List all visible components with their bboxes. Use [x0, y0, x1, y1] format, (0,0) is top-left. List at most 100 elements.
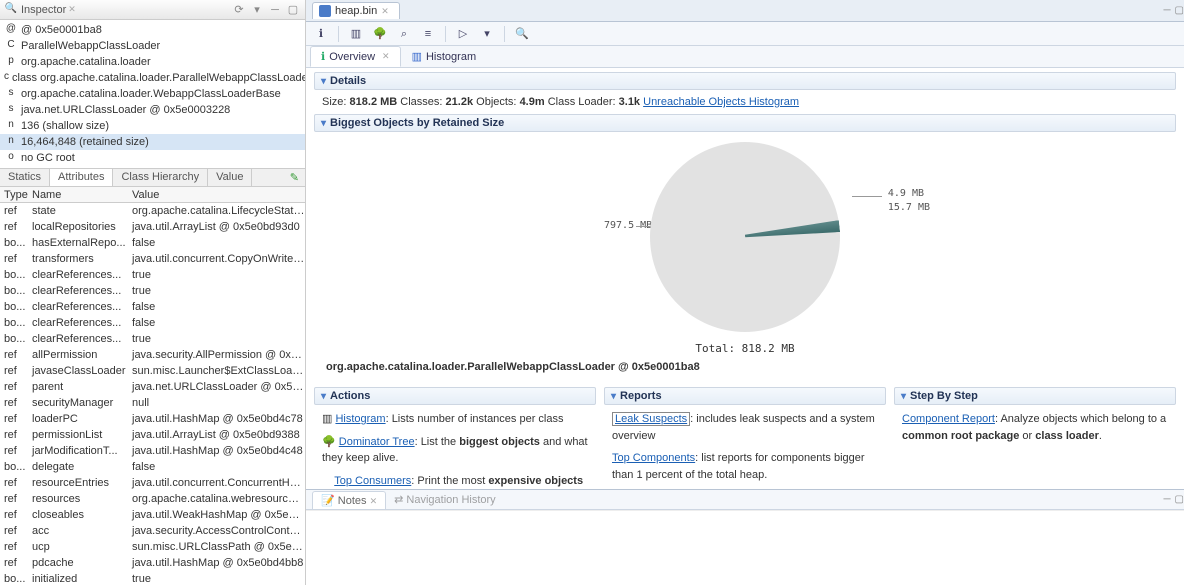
attr-row[interactable]: bo...clearReferences...true — [0, 331, 305, 347]
section-biggest[interactable]: ▾Biggest Objects by Retained Size — [314, 114, 1176, 132]
pie-caption: org.apache.catalina.loader.ParallelWebap… — [314, 355, 1176, 381]
attr-row[interactable]: refjavaseClassLoadersun.misc.Launcher$Ex… — [0, 363, 305, 379]
minimize-icon[interactable]: ─ — [267, 2, 283, 18]
tree-row[interactable]: sorg.apache.catalina.loader.WebappClassL… — [0, 86, 305, 102]
attr-row[interactable]: refresourceEntriesjava.util.concurrent.C… — [0, 475, 305, 491]
tree-label: @ 0x5e0001ba8 — [21, 24, 102, 36]
tree-row[interactable]: n136 (shallow size) — [0, 118, 305, 134]
editor-maximize-icon[interactable]: ▢ — [1175, 5, 1184, 16]
col-type[interactable]: Type — [0, 189, 30, 201]
attr-row[interactable]: refallPermissionjava.security.AllPermiss… — [0, 347, 305, 363]
attr-row[interactable]: bo...clearReferences...true — [0, 283, 305, 299]
unreachable-link[interactable]: Unreachable Objects Histogram — [643, 96, 799, 108]
pie-total: Total: 818.2 MB — [314, 342, 1176, 355]
section-details[interactable]: ▾Details — [314, 72, 1176, 90]
pie-chart: 797.5 MB 4.9 MB 15.7 MB — [314, 132, 1176, 336]
section-reports[interactable]: ▾Reports — [604, 387, 886, 405]
attr-row[interactable]: refucpsun.misc.URLClassPath @ 0x5e0bd4..… — [0, 539, 305, 555]
tree-icon: s — [4, 87, 18, 101]
tree-row[interactable]: sjava.net.URLClassLoader @ 0x5e0003228 — [0, 102, 305, 118]
oql-icon[interactable]: ⌕ — [395, 25, 413, 43]
attr-row[interactable]: refparentjava.net.URLClassLoader @ 0x5e0… — [0, 379, 305, 395]
view-menu-icon[interactable]: ▾ — [249, 2, 265, 18]
attr-row[interactable]: refjarModificationT...java.util.HashMap … — [0, 443, 305, 459]
query-menu-icon[interactable]: ▾ — [478, 25, 496, 43]
subtab-histogram[interactable]: ▥Histogram — [401, 46, 488, 67]
col-name[interactable]: Name — [30, 189, 130, 201]
inspector-tab-statics[interactable]: Statics — [0, 169, 50, 186]
inspector-tree[interactable]: @@ 0x5e0001ba8CParallelWebappClassLoader… — [0, 20, 305, 168]
bottom-minimize-icon[interactable]: ─ — [1163, 494, 1170, 505]
tree-label: no GC root — [21, 152, 75, 164]
subtab-overview[interactable]: ℹOverview✕ — [310, 46, 401, 67]
attr-row[interactable]: bo...delegatefalse — [0, 459, 305, 475]
link-component-report[interactable]: Component Report — [902, 413, 995, 425]
histogram-icon[interactable]: ▥ — [347, 25, 365, 43]
inspector-tab-class hierarchy[interactable]: Class Hierarchy — [113, 169, 208, 186]
edit-icon[interactable]: ✎ — [284, 169, 305, 186]
col-value[interactable]: Value — [130, 189, 305, 201]
tree-row[interactable]: ono GC root — [0, 150, 305, 166]
tree-row[interactable]: n16,464,848 (retained size) — [0, 134, 305, 150]
tree-row[interactable]: porg.apache.catalina.loader — [0, 54, 305, 70]
tree-icon: C — [4, 39, 18, 53]
thread-icon[interactable]: ≡ — [419, 25, 437, 43]
inspector-tab-value[interactable]: Value — [208, 169, 252, 186]
link-histogram[interactable]: Histogram — [335, 413, 385, 425]
section-step[interactable]: ▾Step By Step — [894, 387, 1176, 405]
attr-row[interactable]: refloaderPCjava.util.HashMap @ 0x5e0bd4c… — [0, 411, 305, 427]
inspector-tabs: StaticsAttributesClass HierarchyValue ✎ — [0, 168, 305, 187]
tree-icon: o — [4, 151, 18, 165]
tree-row[interactable]: cclass org.apache.catalina.loader.Parall… — [0, 70, 305, 86]
tree-label: class org.apache.catalina.loader.Paralle… — [12, 72, 305, 84]
attr-row[interactable]: refaccjava.security.AccessControlContext… — [0, 523, 305, 539]
attr-row[interactable]: reftransformersjava.util.concurrent.Copy… — [0, 251, 305, 267]
subtabs: ℹOverview✕ ▥Histogram — [306, 46, 1184, 68]
tab-notes[interactable]: 📝 Notes ✕ — [312, 491, 386, 509]
attr-row[interactable]: refsecurityManagernull — [0, 395, 305, 411]
tree-icon: s — [4, 103, 18, 117]
inspector-tab-attributes[interactable]: Attributes — [50, 169, 113, 186]
link-dominator[interactable]: Dominator Tree — [339, 436, 415, 448]
attr-row[interactable]: refpermissionListjava.util.ArrayList @ 0… — [0, 427, 305, 443]
bottom-maximize-icon[interactable]: ▢ — [1175, 494, 1184, 505]
attr-row[interactable]: refresourcesorg.apache.catalina.webresou… — [0, 491, 305, 507]
editor-minimize-icon[interactable]: ─ — [1163, 5, 1170, 16]
tab-nav-history[interactable]: ⇄ Navigation History — [386, 491, 504, 508]
link-leak-suspects[interactable]: Leak Suspects — [612, 412, 690, 426]
sync-icon[interactable]: ⟳ — [231, 2, 247, 18]
tree-icon: p — [4, 55, 18, 69]
editor-tab-label: heap.bin — [335, 5, 377, 17]
notes-body[interactable] — [306, 510, 1184, 585]
editor-tabbar: heap.bin ✕ ─ ▢ — [306, 0, 1184, 22]
tree-row[interactable]: CParallelWebappClassLoader — [0, 38, 305, 54]
find-icon[interactable]: 🔍 — [513, 25, 531, 43]
bottom-view: 📝 Notes ✕ ⇄ Navigation History ─ ▢ — [306, 489, 1184, 585]
attr-row[interactable]: bo...clearReferences...true — [0, 267, 305, 283]
run-icon[interactable]: ▷ — [454, 25, 472, 43]
details-line: Size: 818.2 MB Classes: 21.2k Objects: 4… — [314, 90, 1176, 114]
attr-row[interactable]: refpdcachejava.util.HashMap @ 0x5e0bd4bb… — [0, 555, 305, 571]
tree-label: org.apache.catalina.loader — [21, 56, 151, 68]
tree-label: 136 (shallow size) — [21, 120, 109, 132]
overview-icon[interactable]: ℹ — [312, 25, 330, 43]
link-top-consumers[interactable]: Top Consumers — [334, 475, 411, 487]
tree-label: org.apache.catalina.loader.WebappClassLo… — [21, 88, 281, 100]
attr-row[interactable]: bo...clearReferences...false — [0, 315, 305, 331]
hist-icon: ▥ — [412, 50, 422, 63]
attr-row[interactable]: bo...hasExternalRepo...false — [0, 235, 305, 251]
dominator-icon[interactable]: 🌳 — [371, 25, 389, 43]
attr-row[interactable]: bo...initializedtrue — [0, 571, 305, 585]
info-icon: ℹ — [321, 50, 325, 63]
link-top-components[interactable]: Top Components — [612, 452, 695, 464]
maximize-icon[interactable]: ▢ — [285, 2, 301, 18]
section-actions[interactable]: ▾Actions — [314, 387, 596, 405]
attr-row[interactable]: bo...clearReferences...false — [0, 299, 305, 315]
heap-file-icon — [319, 5, 331, 17]
attr-row[interactable]: refcloseablesjava.util.WeakHashMap @ 0x5… — [0, 507, 305, 523]
attr-row[interactable]: reflocalRepositoriesjava.util.ArrayList … — [0, 219, 305, 235]
editor-tab-heap[interactable]: heap.bin ✕ — [312, 2, 400, 19]
pie-body — [650, 142, 840, 332]
tree-row[interactable]: @@ 0x5e0001ba8 — [0, 22, 305, 38]
attr-row[interactable]: refstateorg.apache.catalina.LifecycleSta… — [0, 203, 305, 219]
